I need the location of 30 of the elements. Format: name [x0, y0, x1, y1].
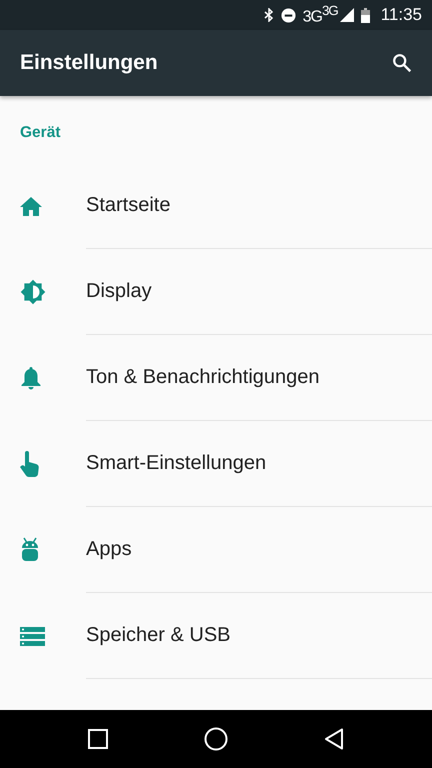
network-type: 3G$^{3G}$: [302, 3, 338, 27]
item-label: Smart-Einstellungen: [86, 452, 266, 475]
app-bar-title: Einstellungen: [20, 51, 158, 75]
settings-item[interactable]: Speicher & USB: [0, 593, 432, 679]
brightness-icon: [20, 279, 46, 305]
home-icon: [20, 196, 42, 216]
battery-icon: [360, 8, 370, 22]
item-label: Speicher & USB: [86, 624, 231, 647]
bell-icon: [20, 366, 42, 390]
settings-item[interactable]: Smart-Einstellungen: [0, 421, 432, 507]
home-button-icon[interactable]: [204, 727, 228, 751]
bluetooth-icon: [264, 8, 274, 22]
status-time: 11:35: [380, 5, 422, 25]
settings-item[interactable]: Display: [0, 249, 432, 335]
recent-apps-icon[interactable]: [88, 729, 108, 749]
settings-item[interactable]: Startseite: [0, 163, 432, 249]
do-not-disturb-icon: [280, 8, 296, 22]
settings-item[interactable]: Ton & Benachrichtigungen: [0, 335, 432, 421]
settings-item[interactable]: Apps: [0, 507, 432, 593]
section-header: Gerät: [19, 123, 62, 143]
pointing-hand-icon: [20, 451, 40, 477]
android-icon: [20, 537, 40, 563]
item-label: Apps: [86, 538, 132, 561]
search-icon[interactable]: [391, 52, 413, 74]
storage-icon: [20, 626, 45, 646]
signal-icon: [340, 8, 354, 22]
item-label: Display: [86, 280, 152, 303]
back-icon[interactable]: [324, 728, 344, 750]
item-label: Ton & Benachrichtigungen: [86, 366, 320, 389]
item-label: Startseite: [86, 194, 170, 217]
